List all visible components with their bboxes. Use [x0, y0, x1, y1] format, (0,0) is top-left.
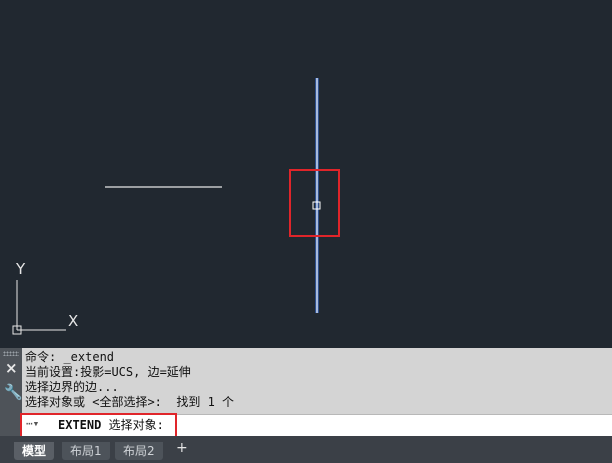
ucs-x-label: X: [68, 312, 79, 330]
tab-layout1[interactable]: 布局1: [62, 442, 110, 460]
add-layout-icon[interactable]: +: [176, 440, 188, 456]
wrench-icon[interactable]: 🔧: [4, 385, 23, 400]
autocad-window: Y X × 🔧 命令: _extend 当前设置:投影=UCS, 边=延伸 选择…: [0, 0, 612, 463]
command-line-panel: × 🔧 命令: _extend 当前设置:投影=UCS, 边=延伸 选择边界的边…: [0, 348, 612, 463]
grip-handle-icon[interactable]: [3, 351, 19, 356]
close-icon[interactable]: ×: [5, 361, 18, 376]
drawing-canvas[interactable]: Y X: [0, 0, 612, 348]
command-history: 命令: _extend 当前设置:投影=UCS, 边=延伸 选择边界的边... …: [22, 348, 612, 414]
highlight-box-cursor: [289, 169, 340, 237]
command-line-grip[interactable]: × 🔧: [0, 348, 23, 440]
history-line: 选择对象或 <全部选择>: 找到 1 个: [25, 395, 235, 409]
ucs-y-label: Y: [16, 260, 26, 278]
layout-tabs-bar: 模型 布局1 布局2 +: [0, 436, 612, 463]
history-line: 选择边界的边...: [25, 380, 119, 394]
tab-model[interactable]: 模型: [14, 442, 55, 460]
history-line: 当前设置:投影=UCS, 边=延伸: [25, 365, 191, 379]
tab-layout2[interactable]: 布局2: [115, 442, 163, 460]
history-line: 命令: _extend: [25, 350, 115, 364]
